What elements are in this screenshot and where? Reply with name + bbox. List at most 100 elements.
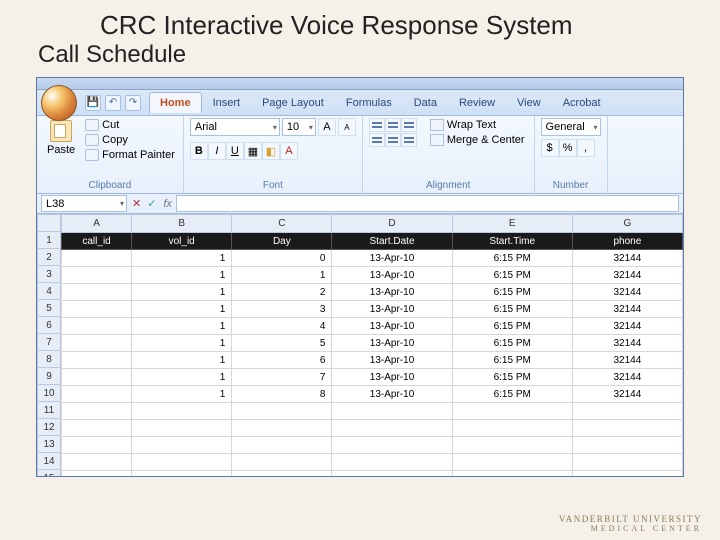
cell[interactable]: 13-Apr-10 <box>332 250 452 267</box>
font-size-select[interactable]: 10 <box>282 118 316 136</box>
cell[interactable] <box>572 420 682 437</box>
grid[interactable]: ABCDEG call_idvol_idDayStart.DateStart.T… <box>61 214 683 477</box>
cell[interactable]: 0 <box>232 250 332 267</box>
cell[interactable] <box>452 454 572 471</box>
cell[interactable]: 1 <box>132 335 232 352</box>
cell[interactable]: 7 <box>232 369 332 386</box>
row-header[interactable]: 9 <box>37 368 61 385</box>
align-right-icon[interactable] <box>401 133 417 147</box>
row-header[interactable]: 2 <box>37 249 61 266</box>
table-row[interactable]: 1813-Apr-106:15 PM32144 <box>62 386 683 403</box>
cell[interactable] <box>332 403 452 420</box>
row-header[interactable]: 11 <box>37 402 61 419</box>
bold-button[interactable]: B <box>190 142 208 160</box>
cell[interactable] <box>332 454 452 471</box>
table-row[interactable]: 1513-Apr-106:15 PM32144 <box>62 335 683 352</box>
field-header[interactable]: phone <box>572 233 682 250</box>
format-painter-button[interactable]: Format Painter <box>83 148 177 162</box>
table-row[interactable]: 1313-Apr-106:15 PM32144 <box>62 301 683 318</box>
row-header[interactable]: 1 <box>37 232 61 249</box>
align-left-icon[interactable] <box>369 133 385 147</box>
cell[interactable] <box>452 437 572 454</box>
cell[interactable] <box>62 335 132 352</box>
tab-page-layout[interactable]: Page Layout <box>251 92 335 113</box>
cell[interactable]: 8 <box>232 386 332 403</box>
cell[interactable] <box>572 454 682 471</box>
cell[interactable]: 6:15 PM <box>452 369 572 386</box>
cut-button[interactable]: Cut <box>83 118 177 132</box>
cell[interactable] <box>332 471 452 478</box>
table-row[interactable] <box>62 454 683 471</box>
table-row[interactable]: 1013-Apr-106:15 PM32144 <box>62 250 683 267</box>
cell[interactable]: 13-Apr-10 <box>332 335 452 352</box>
fill-color-button[interactable]: ◧ <box>262 142 280 160</box>
percent-button[interactable]: % <box>559 139 577 157</box>
cell[interactable] <box>62 471 132 478</box>
cell[interactable] <box>62 301 132 318</box>
tab-view[interactable]: View <box>506 92 552 113</box>
cell[interactable]: 32144 <box>572 267 682 284</box>
cell[interactable]: 13-Apr-10 <box>332 318 452 335</box>
cell[interactable] <box>232 454 332 471</box>
row-header[interactable]: 12 <box>37 419 61 436</box>
enter-icon[interactable]: ✓ <box>144 197 159 210</box>
cell[interactable] <box>132 403 232 420</box>
cell[interactable]: 13-Apr-10 <box>332 284 452 301</box>
cell[interactable] <box>62 386 132 403</box>
cell[interactable]: 6:15 PM <box>452 335 572 352</box>
cell[interactable]: 32144 <box>572 284 682 301</box>
cell[interactable]: 6 <box>232 352 332 369</box>
cell[interactable] <box>572 471 682 478</box>
cell[interactable]: 6:15 PM <box>452 386 572 403</box>
table-row[interactable]: 1413-Apr-106:15 PM32144 <box>62 318 683 335</box>
row-header[interactable]: 3 <box>37 266 61 283</box>
underline-button[interactable]: U <box>226 142 244 160</box>
cell[interactable] <box>62 284 132 301</box>
cell[interactable]: 32144 <box>572 369 682 386</box>
tab-insert[interactable]: Insert <box>202 92 252 113</box>
paste-button[interactable]: Paste <box>43 118 79 158</box>
cell[interactable] <box>232 403 332 420</box>
tab-home[interactable]: Home <box>149 92 202 113</box>
row-header[interactable]: 14 <box>37 453 61 470</box>
cell[interactable]: 32144 <box>572 386 682 403</box>
cell[interactable] <box>132 437 232 454</box>
formula-input[interactable] <box>176 195 679 212</box>
column-header-D[interactable]: D <box>332 215 452 233</box>
row-header[interactable]: 4 <box>37 283 61 300</box>
cell[interactable]: 4 <box>232 318 332 335</box>
cell[interactable]: 2 <box>232 284 332 301</box>
cell[interactable] <box>62 250 132 267</box>
align-bottom-icon[interactable] <box>401 118 417 132</box>
cell[interactable]: 32144 <box>572 250 682 267</box>
font-color-button[interactable]: A <box>280 142 298 160</box>
cell[interactable] <box>132 454 232 471</box>
table-row[interactable] <box>62 420 683 437</box>
cell[interactable] <box>332 420 452 437</box>
align-middle-icon[interactable] <box>385 118 401 132</box>
field-header[interactable]: Start.Date <box>332 233 452 250</box>
merge-center-button[interactable]: Merge & Center <box>427 133 528 147</box>
grow-font-button[interactable]: A <box>318 118 336 136</box>
cell[interactable]: 13-Apr-10 <box>332 386 452 403</box>
currency-button[interactable]: $ <box>541 139 559 157</box>
cell[interactable]: 1 <box>132 369 232 386</box>
cell[interactable]: 1 <box>132 301 232 318</box>
cell[interactable] <box>62 454 132 471</box>
cell[interactable]: 32144 <box>572 301 682 318</box>
tab-review[interactable]: Review <box>448 92 506 113</box>
comma-button[interactable]: , <box>577 139 595 157</box>
table-row[interactable]: 1613-Apr-106:15 PM32144 <box>62 352 683 369</box>
border-button[interactable]: ▦ <box>244 142 262 160</box>
field-header[interactable]: Day <box>232 233 332 250</box>
cell[interactable] <box>332 437 452 454</box>
row-header[interactable]: 10 <box>37 385 61 402</box>
cell[interactable] <box>62 352 132 369</box>
cell[interactable]: 3 <box>232 301 332 318</box>
cell[interactable]: 6:15 PM <box>452 250 572 267</box>
number-format-select[interactable]: General <box>541 118 601 136</box>
table-row[interactable] <box>62 403 683 420</box>
table-row[interactable]: 1213-Apr-106:15 PM32144 <box>62 284 683 301</box>
column-header-B[interactable]: B <box>132 215 232 233</box>
row-header[interactable]: 8 <box>37 351 61 368</box>
